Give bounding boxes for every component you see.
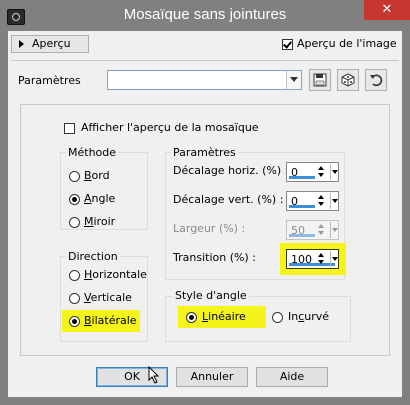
title-bar[interactable]: Mosaïque sans jointures ✕ [0, 0, 410, 32]
random-preset-button[interactable] [337, 69, 359, 91]
angle-style-group-title: Style d'angle [173, 289, 249, 302]
width-dropdown [330, 222, 338, 238]
method-edge-label-rest: ord [91, 169, 110, 182]
v-offset-dropdown[interactable] [330, 193, 338, 209]
method-mirror-label: Miroir [84, 215, 116, 228]
image-preview-label: Aperçu de l'image [297, 37, 397, 50]
preview-toggle-label: Aperçu [32, 37, 71, 50]
method-angle-radio[interactable] [69, 194, 80, 205]
angle-curved-radio[interactable] [272, 312, 283, 323]
arrow-up-icon [318, 195, 324, 199]
angle-curved-label: Incurvé [288, 310, 330, 323]
transition-bar [289, 263, 335, 266]
preview-toggle-button[interactable]: Aperçu [11, 35, 89, 53]
transition-stepper[interactable] [318, 251, 327, 267]
close-button[interactable]: ✕ [364, 0, 410, 20]
transition-label: Transition (%) : [173, 251, 256, 264]
dice-icon [341, 73, 355, 87]
save-preset-button[interactable] [309, 69, 331, 91]
arrow-up-icon [318, 224, 324, 228]
method-angle-label: Angle [84, 192, 116, 205]
method-mirror-radio[interactable] [69, 217, 80, 228]
reset-preset-button[interactable] [365, 69, 387, 91]
h-offset-spinner[interactable]: 0 [286, 162, 339, 182]
arrow-up-icon [318, 166, 324, 170]
parameters-group-title: Paramètres [171, 146, 238, 159]
arrow-down-icon [318, 202, 324, 206]
arrow-down-icon [318, 260, 324, 264]
direction-horizontal-label: Horizontale [84, 268, 147, 281]
v-offset-stepper[interactable] [318, 193, 327, 209]
width-spinner: 50 [286, 220, 339, 240]
v-offset-label: Décalage vert. (%) : [173, 193, 284, 206]
image-preview-checkbox[interactable] [282, 39, 293, 50]
arrow-down-icon [318, 231, 324, 235]
width-label: Largeur (%) : [173, 222, 246, 235]
reset-icon [370, 74, 383, 87]
chevron-down-icon[interactable] [286, 71, 301, 89]
method-group-title: Méthode [66, 146, 119, 159]
direction-vertical-radio[interactable] [69, 293, 80, 304]
direction-horizontal-radio[interactable] [69, 270, 80, 281]
direction-group-title: Direction [66, 250, 120, 263]
method-edge-label: Bord [84, 169, 110, 182]
v-offset-bar [289, 205, 315, 208]
expand-arrow-icon [19, 40, 24, 48]
cancel-button[interactable]: Annuler [176, 367, 248, 387]
method-edge-radio[interactable] [69, 171, 80, 182]
presets-combobox[interactable] [107, 70, 302, 90]
direction-vertical-label: Verticale [84, 291, 132, 304]
transition-spinner[interactable]: 100 [286, 249, 339, 269]
arrow-down-icon [318, 173, 324, 177]
angle-linear-radio[interactable] [186, 312, 197, 323]
h-offset-bar [289, 176, 315, 179]
transition-dropdown[interactable] [330, 251, 338, 267]
h-offset-label: Décalage horiz. (%) : [173, 164, 289, 177]
divider [11, 60, 399, 61]
dialog-body: Aperçu Aperçu de l'image Paramètres Affi… [8, 31, 402, 397]
h-offset-dropdown[interactable] [330, 164, 338, 180]
arrow-up-icon [318, 253, 324, 257]
dialog-window: Mosaïque sans jointures ✕ Aperçu Aperçu … [0, 0, 410, 405]
direction-bilateral-radio[interactable] [69, 316, 80, 327]
presets-label: Paramètres [18, 74, 81, 87]
width-bar [289, 234, 315, 237]
mouse-cursor-icon [148, 366, 160, 384]
mosaic-preview-label: Afficher l'aperçu de la mosaïque [81, 121, 259, 134]
mosaic-preview-checkbox[interactable] [64, 123, 75, 134]
v-offset-spinner[interactable]: 0 [286, 191, 339, 211]
floppy-disk-icon [313, 73, 327, 87]
width-stepper [318, 222, 327, 238]
window-title: Mosaïque sans jointures [123, 6, 287, 23]
help-button[interactable]: Aide [256, 367, 328, 387]
direction-bilateral-label: Bilatérale [84, 314, 137, 327]
angle-linear-label: Linéaire [202, 310, 246, 323]
h-offset-stepper[interactable] [318, 164, 327, 180]
